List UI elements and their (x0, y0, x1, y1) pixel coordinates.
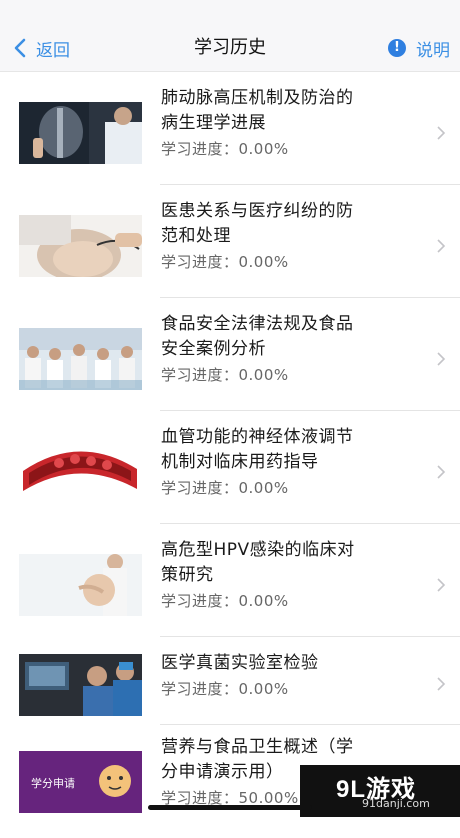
help-button[interactable]: ! 说明 (388, 34, 450, 62)
course-row[interactable]: 医学真菌实验室检验 学习进度：0.00% (0, 637, 460, 725)
chevron-right-icon (437, 239, 446, 253)
chevron-right-icon (437, 677, 446, 691)
course-title: 血管功能的神经体液调节 (161, 427, 354, 447)
course-row[interactable]: 血管功能的神经体液调节 机制对临床用药指导 学习进度：0.00% (0, 411, 460, 524)
course-title: 营养与食品卫生概述（学 (161, 737, 354, 757)
chevron-right-icon (437, 126, 446, 140)
watermark-url: 91danji.com (362, 797, 430, 810)
course-progress: 学习进度：0.00% (161, 592, 289, 610)
chevron-right-icon (437, 465, 446, 479)
course-progress: 学习进度：0.00% (161, 140, 289, 158)
nav-bar: 返回 学习历史 ! 说明 (0, 0, 460, 72)
course-row[interactable]: 食品安全法律法规及食品 安全案例分析 学习进度：0.00% (0, 298, 460, 411)
blood-vessel-image (19, 441, 142, 503)
course-title: 食品安全法律法规及食品 (161, 314, 354, 334)
credit-apply-image: 学分申请 (19, 751, 142, 813)
course-row[interactable]: 高危型HPV感染的临床对 策研究 学习进度：0.00% (0, 524, 460, 637)
watermark: 9L游戏 91danji.com (300, 765, 460, 817)
course-list: 肺动脉高压机制及防治的 病生理学进展 学习进度：0.00% 医患关系与医疗纠纷的… (0, 72, 460, 838)
info-icon: ! (388, 39, 406, 57)
xray-doctor-image (19, 102, 142, 164)
chevron-right-icon (437, 352, 446, 366)
course-title: 医学真菌实验室检验 (161, 653, 319, 673)
course-title: 病生理学进展 (161, 113, 266, 133)
course-title: 策研究 (161, 565, 214, 585)
pregnant-stethoscope-image (19, 215, 142, 277)
course-title: 安全案例分析 (161, 339, 266, 359)
course-progress: 学习进度：0.00% (161, 253, 289, 271)
help-label: 说明 (416, 40, 450, 61)
thumb-caption: 学分申请 (31, 776, 75, 790)
course-title: 范和处理 (161, 226, 231, 246)
course-title: 机制对临床用药指导 (161, 452, 319, 472)
course-row[interactable]: 医患关系与医疗纠纷的防 范和处理 学习进度：0.00% (0, 185, 460, 298)
course-title: 高危型HPV感染的临床对 (161, 540, 355, 560)
course-title: 医患关系与医疗纠纷的防 (161, 201, 354, 221)
pregnant-woman-image (19, 554, 142, 616)
course-progress: 学习进度：0.00% (161, 680, 289, 698)
course-progress: 学习进度：0.00% (161, 366, 289, 384)
home-indicator[interactable] (148, 805, 312, 810)
course-title: 肺动脉高压机制及防治的 (161, 88, 354, 108)
course-progress: 学习进度：0.00% (161, 479, 289, 497)
course-row[interactable]: 肺动脉高压机制及防治的 病生理学进展 学习进度：0.00% (0, 72, 460, 185)
lab-doctor-image (19, 654, 142, 716)
medical-team-image (19, 328, 142, 390)
chevron-right-icon (437, 578, 446, 592)
